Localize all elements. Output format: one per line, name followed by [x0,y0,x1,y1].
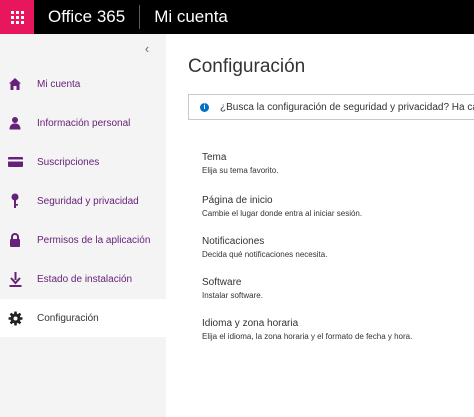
sidebar-item-label: Seguridad y privacidad [37,195,139,207]
setting-title: Notificaciones [202,236,265,247]
info-icon: i [200,102,209,112]
setting-title: Página de inicio [202,195,273,206]
sidebar-item-seguridad-y-privacidad[interactable]: Seguridad y privacidad [0,182,166,220]
setting-description: Cambie el lugar donde entra al iniciar s… [202,209,363,218]
setting-title: Software [202,277,242,288]
app-launcher-button[interactable] [0,0,34,34]
app-title[interactable]: Mi cuenta [154,7,228,27]
sidebar-item-estado-de-instalacion[interactable]: Estado de instalación [0,260,166,298]
app-launcher-icon [10,10,24,24]
info-bar-text: ¿Busca la configuración de seguridad y p… [220,101,474,113]
setting-title: Idioma y zona horaria [202,318,299,329]
home-icon [7,76,23,92]
sidebar-item-configuracion[interactable]: Configuración [0,299,166,337]
main-content: Configuración i ¿Busca la configuración … [166,34,474,417]
gear-icon [7,310,23,326]
collapse-sidebar-icon[interactable]: ‹ [141,42,153,56]
key-icon [7,193,23,209]
office-365-brand[interactable]: Office 365 [48,7,125,27]
setting-tema[interactable]: Tema Elija su tema favorito. [202,152,278,175]
setting-idioma-y-zona-horaria[interactable]: Idioma y zona horaria Elija el idioma, l… [202,318,412,341]
person-icon [7,115,23,131]
setting-description: Instalar software. [202,291,263,300]
lock-icon [7,232,23,248]
setting-notificaciones[interactable]: Notificaciones Decida qué notificaciones… [202,236,327,259]
setting-software[interactable]: Software Instalar software. [202,277,263,300]
sidebar-item-informacion-personal[interactable]: Información personal [0,104,166,142]
sidebar: ‹ Mi cuenta Información personal Suscrip… [0,34,166,417]
sidebar-item-label: Mi cuenta [37,78,81,90]
sidebar-item-label: Estado de instalación [37,273,133,285]
download-icon [7,271,23,287]
top-bar-divider [139,5,141,29]
sidebar-item-suscripciones[interactable]: Suscripciones [0,143,166,181]
setting-description: Decida qué notificaciones necesita. [202,250,328,259]
page-title: Configuración [188,56,306,77]
sidebar-item-label: Configuración [37,312,99,324]
sidebar-item-mi-cuenta[interactable]: Mi cuenta [0,65,166,103]
sidebar-item-label: Información personal [37,117,131,129]
sidebar-item-permisos-de-la-aplicacion[interactable]: Permisos de la aplicación [0,221,166,259]
setting-description: Elija el idioma, la zona horaria y el fo… [202,332,413,341]
sidebar-item-label: Suscripciones [37,156,100,168]
setting-description: Elija su tema favorito. [202,166,279,175]
credit-card-icon [7,154,23,170]
sidebar-item-label: Permisos de la aplicación [37,234,151,246]
setting-pagina-de-inicio[interactable]: Página de inicio Cambie el lugar donde e… [202,195,362,218]
security-privacy-info-bar[interactable]: i ¿Busca la configuración de seguridad y… [188,94,474,120]
top-bar: Office 365 Mi cuenta [0,0,474,34]
setting-title: Tema [202,152,227,163]
